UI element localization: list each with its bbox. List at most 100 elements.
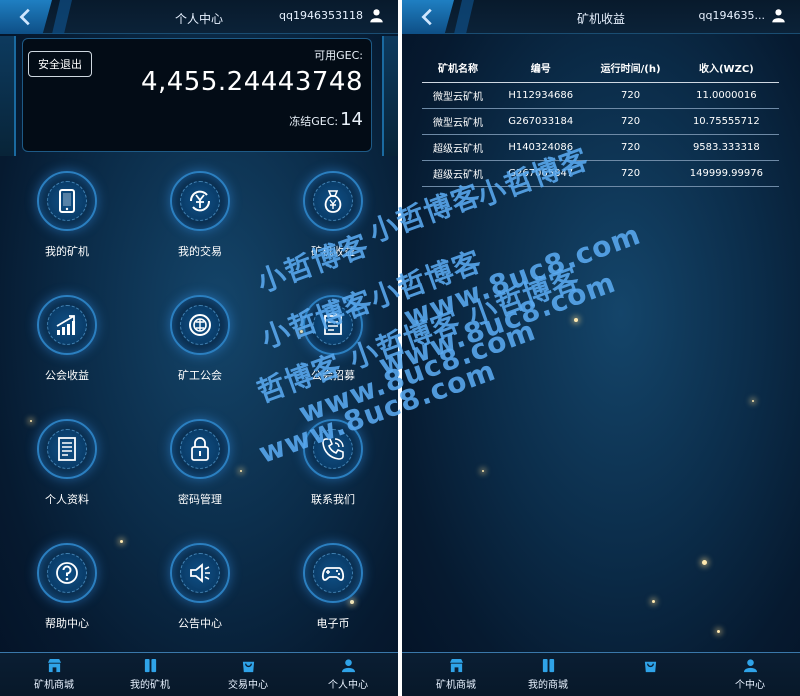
tile-label: 公告中心 (178, 617, 222, 630)
table-cell: 720 (587, 82, 674, 109)
table-cell: G267033184 (493, 108, 588, 135)
menu-miner-guild[interactable]: 矿工公会 (155, 289, 245, 394)
shop-icon (47, 658, 61, 673)
bag-icon (644, 661, 656, 673)
income-table: 矿机名称 编号 运行时间/(h) 收入(WZC) 微型云矿机 H11293468… (422, 54, 779, 187)
available-value: 4,455.24443748 (140, 67, 363, 97)
user-icon (743, 659, 757, 673)
tab-my-shop[interactable]: 我的商城 (508, 658, 588, 691)
table-cell: G267065847 (493, 160, 588, 187)
table-cell: 720 (587, 134, 674, 161)
speaker-icon (190, 563, 210, 583)
money-bag-icon (324, 190, 342, 213)
gamepad-icon (321, 567, 345, 581)
tab-label: 矿机商城 (34, 680, 74, 691)
lock-icon (191, 437, 209, 461)
tile-label: 我的矿机 (45, 245, 89, 258)
tab-my-miners[interactable]: 我的矿机 (110, 658, 190, 691)
table-cell: 720 (587, 160, 674, 187)
table-cell: 9583.333318 (673, 134, 779, 161)
header-bar: 矿机收益 qq194635... (402, 0, 800, 34)
header-bar: 个人中心 qq1946353118 (0, 0, 398, 34)
right-screen: 矿机收益 qq194635... 矿机名称 编号 运行时间/(h) 收入(WZC… (402, 0, 800, 696)
bag-icon (242, 661, 254, 673)
tile-label: 矿机收益 (311, 245, 355, 258)
help-icon (56, 562, 78, 584)
user-account[interactable]: qq1946353118 (279, 8, 384, 23)
bottom-tab-bar: 矿机商城 我的商城 个中心 (402, 652, 800, 696)
tab-label: 我的矿机 (130, 680, 170, 691)
username: qq1946353118 (279, 9, 363, 22)
tab-trade-center[interactable]: 交易中心 (208, 658, 288, 691)
tab-label: 个中心 (735, 680, 765, 691)
menu-guild-income[interactable]: 公会收益 (22, 289, 112, 394)
tile-label: 公会招募 (311, 369, 355, 382)
shop-icon (449, 658, 463, 673)
column-header: 运行时间/(h) (587, 54, 674, 83)
table-cell: H140324086 (493, 134, 588, 161)
table-cell: 149999.99976 (673, 160, 779, 187)
table-cell: 11.0000016 (673, 82, 779, 109)
balance-card: 安全退出 可用GEC: 4,455.24443748 冻结GEC: 14 (1, 35, 398, 152)
tile-label: 密码管理 (178, 493, 222, 506)
tab-label: 矿机商城 (436, 680, 476, 691)
frozen-value: 14 (340, 109, 363, 130)
tile-label: 矿工公会 (178, 369, 222, 382)
menu-my-trades[interactable]: 我的交易 (155, 165, 245, 270)
tab-label: 我的商城 (528, 680, 568, 691)
tablet-icon (59, 189, 75, 213)
tile-label: 电子币 (316, 617, 350, 630)
table-cell: 超级云矿机 (422, 134, 494, 161)
menu-profile[interactable]: 个人资料 (22, 413, 112, 518)
table-cell: 720 (587, 108, 674, 135)
chart-up-icon (56, 315, 75, 335)
card-frame-left (0, 36, 16, 156)
tab-miner-shop[interactable]: 矿机商城 (416, 658, 496, 691)
table-cell: 微型云矿机 (422, 82, 494, 109)
left-screen: 个人中心 qq1946353118 安全退出 可用GEC: 4,455.2444… (0, 0, 398, 696)
frozen-label: 冻结GEC: (289, 115, 339, 128)
bottom-tab-bar: 矿机商城 我的矿机 交易中心 个人中心 (0, 652, 398, 696)
document-icon (58, 437, 76, 461)
user-icon (370, 9, 383, 23)
tab-miner-shop[interactable]: 矿机商城 (14, 658, 94, 691)
logout-button[interactable]: 安全退出 (28, 51, 92, 77)
username: qq194635... (698, 9, 765, 22)
menu-my-miners[interactable]: 我的矿机 (22, 165, 112, 270)
available-label: 可用GEC: (314, 49, 363, 62)
columns-icon (542, 658, 554, 673)
tab-personal-center[interactable]: 个中心 (710, 658, 790, 691)
menu-contact[interactable]: 联系我们 (288, 413, 378, 518)
table-cell: 10.75555712 (673, 108, 779, 135)
table-cell: H112934686 (493, 82, 588, 109)
column-header: 编号 (493, 54, 588, 83)
tile-label: 个人资料 (45, 493, 89, 506)
table-cell: 超级云矿机 (422, 160, 494, 187)
frozen-balance: 冻结GEC: 14 (289, 109, 363, 130)
columns-icon (144, 658, 156, 673)
table-row: 微型云矿机 G267033184 720 10.75555712 (422, 108, 779, 135)
tab-personal-center[interactable]: 个人中心 (308, 658, 388, 691)
menu-miner-income[interactable]: 矿机收益 (288, 165, 378, 270)
menu-e-currency[interactable]: 电子币 (288, 537, 378, 642)
table-row: 超级云矿机 G267065847 720 149999.99976 (422, 160, 779, 187)
tile-label: 联系我们 (311, 493, 355, 506)
menu-guild-recruit[interactable]: 公会招募 (288, 289, 378, 394)
table-row: 微型云矿机 H112934686 720 11.0000016 (422, 82, 779, 109)
table-row: 超级云矿机 H140324086 720 9583.333318 (422, 134, 779, 161)
menu-announcements[interactable]: 公告中心 (155, 537, 245, 642)
menu-password[interactable]: 密码管理 (155, 413, 245, 518)
column-header: 矿机名称 (422, 54, 494, 83)
card-frame-right (382, 36, 398, 156)
yuan-exchange-icon (189, 190, 211, 212)
user-icon (341, 659, 355, 673)
user-account[interactable]: qq194635... (699, 8, 786, 23)
menu-help[interactable]: 帮助中心 (22, 537, 112, 642)
tab-label: 个人中心 (328, 680, 368, 691)
tab-trade-center[interactable] (610, 658, 690, 676)
tab-label: 交易中心 (228, 680, 268, 691)
tile-label: 帮助中心 (45, 617, 89, 630)
table-header-row: 矿机名称 编号 运行时间/(h) 收入(WZC) (422, 54, 779, 83)
tile-label: 公会收益 (45, 369, 89, 382)
tile-label: 我的交易 (178, 245, 222, 258)
